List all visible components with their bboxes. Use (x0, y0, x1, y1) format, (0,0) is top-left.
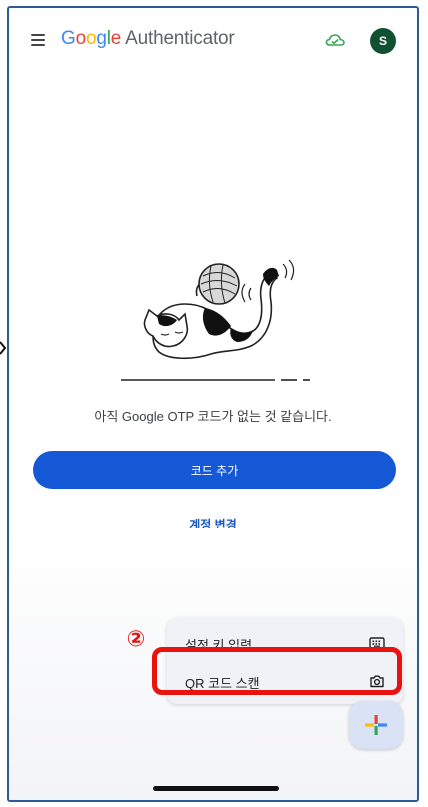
annotation-highlight-box (152, 647, 402, 695)
chevron-right-icon (0, 341, 6, 355)
app-title: Google Authenticator (61, 28, 235, 50)
plus-icon (365, 715, 387, 735)
hamburger-menu-icon[interactable] (31, 34, 45, 46)
account-avatar[interactable]: S (370, 28, 396, 54)
add-code-label: 코드 추가 (190, 463, 239, 478)
cloud-sync-icon[interactable] (325, 32, 345, 48)
app-bar: Google Authenticator S (9, 8, 417, 76)
cat-with-yarn-illustration (121, 259, 310, 381)
google-logo-text: Google (61, 28, 122, 49)
step-number-badge: ② (126, 626, 146, 651)
empty-state-message: 아직 Google OTP 코드가 없는 것 같습니다. (94, 409, 332, 424)
add-code-button[interactable]: 코드 추가 (33, 451, 396, 489)
avatar-initial: S (378, 34, 387, 48)
product-name: Authenticator (125, 28, 235, 49)
add-fab-button[interactable] (349, 701, 403, 749)
home-indicator (153, 786, 279, 791)
